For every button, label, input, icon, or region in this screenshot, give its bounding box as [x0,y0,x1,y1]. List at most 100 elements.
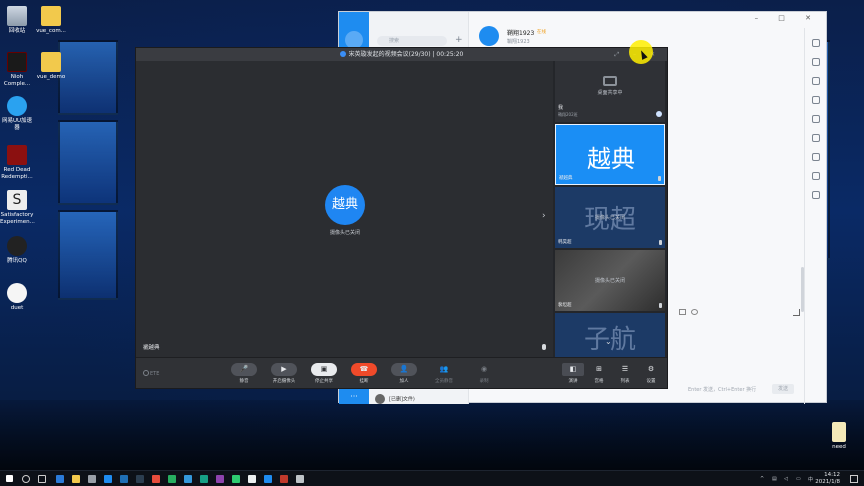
windows-start-icon[interactable] [6,475,13,482]
network-icon[interactable]: ▤ [772,476,777,482]
camera-off-label: 摄像头已关闭 [329,230,360,236]
add-icon[interactable]: + [455,35,463,45]
hangup-button[interactable]: ☎ 挂断 [347,363,381,384]
desktop-icon-folder[interactable]: vue_demo [34,52,68,81]
desktop-icon-label: vue_demo [36,74,66,80]
button-label: 挂断 [359,379,369,384]
meeting-title: 宋英璇发起的视频会议(29/30) | 00:25:20 [348,51,464,58]
search-input[interactable]: 搜索 [377,36,447,46]
video-icon[interactable] [811,153,820,161]
settings-icon: ⚙ [647,365,655,373]
task-view-icon[interactable] [38,475,46,483]
desktop-icon-recycle-bin[interactable]: 回收站 [0,6,34,35]
ime-icon[interactable]: 中 [808,476,813,483]
contact-avatar[interactable] [479,26,499,46]
app-icon[interactable] [296,475,304,483]
clock[interactable]: 14:12 2021/1/8 [815,472,840,486]
meeting-toolbar: ETE 🎤 静音 ▶ 开启摄像头 ▣ 停止共享 ☎ 挂断 👤 加人 👥 全员静音… [136,357,667,388]
desktop-icon-label: Satisfactory Experimen... [0,212,35,225]
tray-chevron-icon[interactable]: ^ [760,476,764,482]
robot-icon[interactable] [811,172,820,180]
scrollbar[interactable] [801,267,804,312]
record-button[interactable]: ◉ 录制 [467,363,501,384]
edge-browser-icon[interactable] [56,475,64,483]
button-pill: ☎ [351,363,377,376]
desktop-icon-game[interactable]: S Satisfactory Experimen... [0,190,35,225]
desktop-icon-folder[interactable]: vue_com... [34,6,68,35]
add-member-icon[interactable] [811,58,820,66]
app-logo: ETE [143,370,159,377]
box-icon[interactable] [811,191,820,199]
button-label: 加人 [399,379,409,384]
chevron-down-icon[interactable]: ⌄ [605,337,612,346]
emoji-icon[interactable] [811,39,820,47]
app-icon[interactable] [120,475,128,483]
announcement-icon[interactable] [811,115,820,123]
speaker-view-button[interactable]: ◧ 演讲 [560,363,586,384]
emoji-icon[interactable] [691,309,698,315]
desktop-icon-file[interactable]: need [822,422,856,451]
conversation-item[interactable]: [已删]文件) [375,394,415,404]
folder-icon[interactable] [811,96,820,104]
button-pill: 👥 [431,363,457,376]
button-label: 设置 [646,379,656,384]
mail-icon[interactable] [104,475,112,483]
app-icon[interactable] [200,475,208,483]
search-icon[interactable] [22,475,30,483]
add-person-icon: 👤 [399,365,409,373]
store-icon[interactable] [88,475,96,483]
main-video-area: 越典 摄像头已关闭 褫越典 › [136,61,553,357]
file-explorer-icon[interactable] [72,475,80,483]
desktop-icon-qq[interactable]: 腾讯QQ [0,236,34,265]
battery-icon[interactable]: ▭ [796,476,801,482]
app-icon[interactable] [168,475,176,483]
screenshot-icon[interactable] [679,309,686,315]
more-icon[interactable]: ··· [339,392,369,401]
app-icon[interactable] [811,134,820,142]
qq-penguin-icon [7,236,27,256]
desktop-icon-duet[interactable]: duet [0,283,34,312]
record-icon: ◉ [480,365,488,373]
visual-studio-icon[interactable] [216,475,224,483]
stop-share-button[interactable]: ▣ 停止共享 [307,363,341,384]
grid-view-button[interactable]: ⊞ 宫格 [586,363,612,384]
hangup-icon: ☎ [359,365,369,373]
status-icon [656,111,662,117]
app-icon[interactable] [232,475,240,483]
camera-off-label: 摄像头已关闭 [594,215,625,221]
add-person-button[interactable]: 👤 加人 [387,363,421,384]
app-icon[interactable] [152,475,160,483]
send-button[interactable]: 发送 [772,384,794,394]
participant-tile[interactable]: 摄像头已关闭 裴坦超 [555,250,665,311]
send-hint: Enter 发送，Ctrl+Enter 换行 [688,387,757,393]
desktop-icon-game[interactable]: Red Dead Redempti... [0,145,34,180]
logo-icon [143,370,149,376]
chevron-right-icon[interactable]: › [542,211,546,221]
folder-icon [41,6,61,26]
participant-tile[interactable]: 子航 ⌄ [555,313,665,357]
mute-button[interactable]: 🎤 静音 [227,363,261,384]
notification-icon[interactable] [850,475,858,483]
volume-icon[interactable]: ◁ [784,476,788,482]
camera-button[interactable]: ▶ 开启摄像头 [267,363,301,384]
app-icon[interactable] [248,475,256,483]
app-icon[interactable] [264,475,272,483]
window-controls[interactable]: – □ ✕ [755,14,820,22]
app-icon[interactable] [280,475,288,483]
status-badge: 在线 [537,30,546,35]
expand-icon[interactable] [793,309,800,316]
history-icon[interactable] [811,77,820,85]
participant-name: 韩昊超 [558,240,572,245]
mute-all-button[interactable]: 👥 全员静音 [427,363,461,384]
participant-tile-active[interactable]: 越典 褫越典 [555,124,665,185]
desktop-icon-game[interactable]: Nioh Comple... [0,52,34,87]
settings-button[interactable]: ⚙ 设置 [638,363,664,384]
app-icon[interactable] [184,475,192,483]
participant-tile[interactable]: 桌面共享中 我 鞘翔202班 [555,61,665,122]
desktop-icon-accelerator[interactable]: 网易UU加速器 [0,96,34,131]
desktop-icon-label: duet [10,305,24,311]
list-view-button[interactable]: ☰ 列表 [612,363,638,384]
steam-icon[interactable] [136,475,144,483]
participant-tile[interactable]: 现超 摄像头已关闭 韩昊超 [555,187,665,248]
file-icon [832,422,846,442]
